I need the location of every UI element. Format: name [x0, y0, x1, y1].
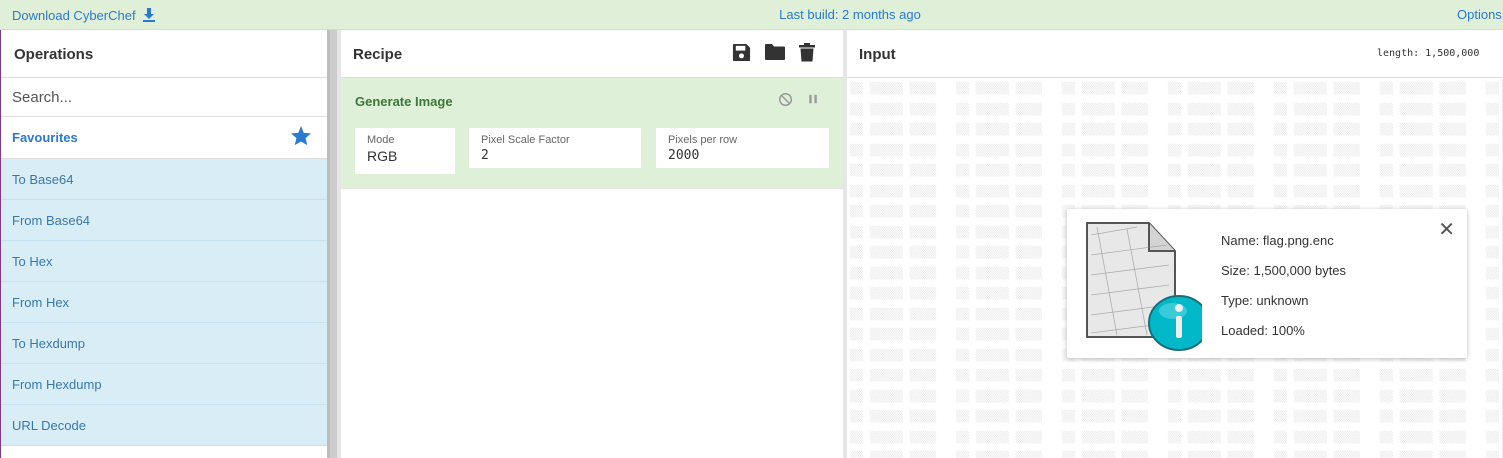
operation-item[interactable]: To Base64	[1, 159, 327, 200]
trash-icon[interactable]	[799, 43, 815, 62]
file-details-card: ✕ Name: flag.png.enc Size: 1,500,000 byt…	[1067, 209, 1467, 358]
mode-label: Mode	[367, 134, 395, 146]
operation-item[interactable]: From Hexdump	[1, 364, 327, 405]
operation-item[interactable]: To Hexdump	[1, 323, 327, 364]
input-header: Input length: 1,500,000	[847, 30, 1503, 78]
operation-list: To Base64 From Base64 To Hex From Hex To Hex…	[1, 159, 327, 446]
folder-icon[interactable]	[764, 43, 786, 61]
file-loaded: Loaded: 100%	[1221, 323, 1305, 338]
recipe-header: Recipe	[341, 30, 843, 78]
pixel-scale-factor-field[interactable]: Pixel Scale Factor 2	[469, 128, 641, 168]
input-length: length: 1,500,000	[1377, 48, 1480, 59]
mode-select[interactable]: Mode RGB	[355, 128, 455, 174]
operations-panel: Operations Search... Favourites To Base6…	[0, 30, 327, 458]
category-favourites[interactable]: Favourites	[1, 117, 327, 159]
pixels-per-row-value[interactable]: 2000	[668, 148, 829, 163]
last-build-link[interactable]: Last build: 2 months ago	[779, 7, 921, 22]
mode-value[interactable]: RGB	[367, 148, 455, 164]
pixel-scale-factor-label: Pixel Scale Factor	[481, 134, 570, 146]
close-icon[interactable]: ✕	[1438, 217, 1455, 242]
top-banner: Download CyberChef Last build: 2 months …	[0, 0, 1503, 30]
input-title: Input	[859, 46, 896, 63]
recipe-panel: Recipe Generate Image Mode RGB Pixel Sca…	[337, 30, 843, 458]
recipe-operation-generate-image[interactable]: Generate Image Mode RGB Pixel Scale Fact…	[341, 78, 843, 189]
panel-divider[interactable]	[327, 30, 337, 458]
save-icon[interactable]	[732, 43, 751, 62]
favourites-label[interactable]: Favourites	[12, 130, 78, 145]
operation-item[interactable]: URL Decode	[1, 405, 327, 446]
operation-item[interactable]: From Hex	[1, 282, 327, 323]
pixels-per-row-field[interactable]: Pixels per row 2000	[656, 128, 829, 168]
disable-icon[interactable]	[778, 92, 793, 107]
pixel-scale-factor-value[interactable]: 2	[481, 148, 641, 163]
operation-item[interactable]: From Base64	[1, 200, 327, 241]
file-name: Name: flag.png.enc	[1221, 233, 1334, 248]
file-size: Size: 1,500,000 bytes	[1221, 263, 1347, 278]
file-info-icon	[1086, 222, 1202, 351]
pause-icon[interactable]	[806, 92, 821, 107]
search-input[interactable]: Search...	[1, 78, 327, 117]
operation-title: Generate Image	[355, 94, 453, 109]
options-link[interactable]: Options	[1457, 7, 1502, 22]
pixels-per-row-label: Pixels per row	[668, 134, 738, 146]
file-type: Type: unknown	[1221, 293, 1309, 308]
operation-item[interactable]: To Hex	[1, 241, 327, 282]
recipe-title: Recipe	[353, 46, 403, 63]
file-details: Name: flag.png.enc Size: 1,500,000 bytes…	[1221, 233, 1346, 353]
operations-title: Operations	[1, 30, 327, 78]
star-icon	[291, 126, 311, 146]
